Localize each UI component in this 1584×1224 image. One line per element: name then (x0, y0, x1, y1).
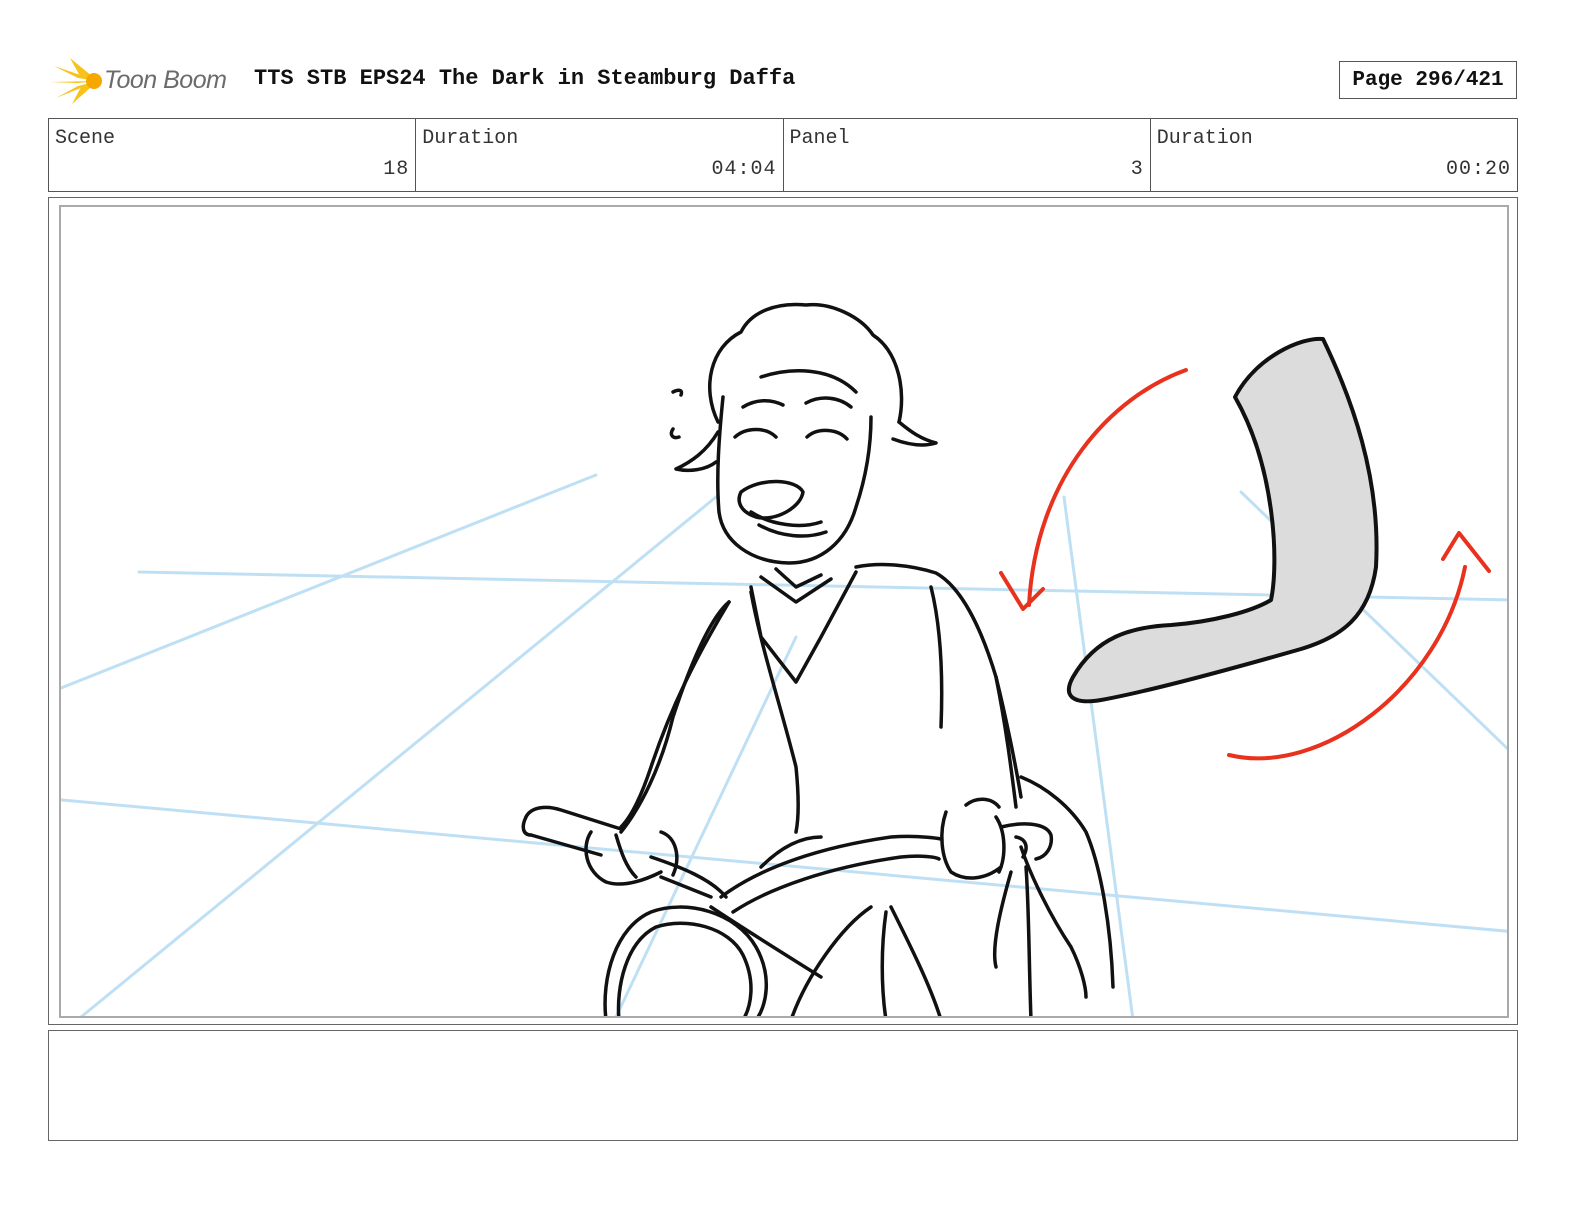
document-title: TTS STB EPS24 The Dark in Steamburg Daff… (254, 66, 796, 91)
scene-duration-value: 04:04 (711, 158, 777, 181)
panel-label: Panel (789, 127, 850, 150)
panel-cell: Panel 3 (784, 119, 1151, 191)
boomerang (1066, 336, 1379, 704)
logo-wordmark: Toon Boom (104, 66, 227, 94)
scene-label: Scene (55, 127, 116, 150)
storyboard-panel-image (59, 205, 1509, 1018)
scene-info-table: Scene 18 Duration 04:04 Panel 3 Duration… (48, 118, 1518, 192)
panel-duration-label: Duration (1156, 127, 1253, 150)
panel-sketch (61, 302, 1507, 1016)
page-number: 296/421 (1415, 68, 1504, 92)
scene-cell: Scene 18 (49, 119, 417, 191)
panel-duration-value: 00:20 (1445, 158, 1511, 181)
panel-notes-box (48, 1030, 1518, 1141)
toon-boom-logo: Toon Boom (50, 56, 240, 106)
scene-duration-cell: Duration 04:04 (416, 119, 784, 191)
starburst-icon (50, 58, 102, 104)
panel-duration-cell: Duration 00:20 (1151, 119, 1517, 191)
page-label: Page (1352, 68, 1403, 92)
scene-duration-label: Duration (422, 127, 519, 150)
panel-value: 3 (1130, 158, 1144, 181)
page-indicator: Page 296/421 (1339, 61, 1517, 99)
storyboard-panel-frame (48, 197, 1518, 1025)
scene-value: 18 (383, 158, 410, 181)
character-sketch (521, 302, 1115, 1016)
